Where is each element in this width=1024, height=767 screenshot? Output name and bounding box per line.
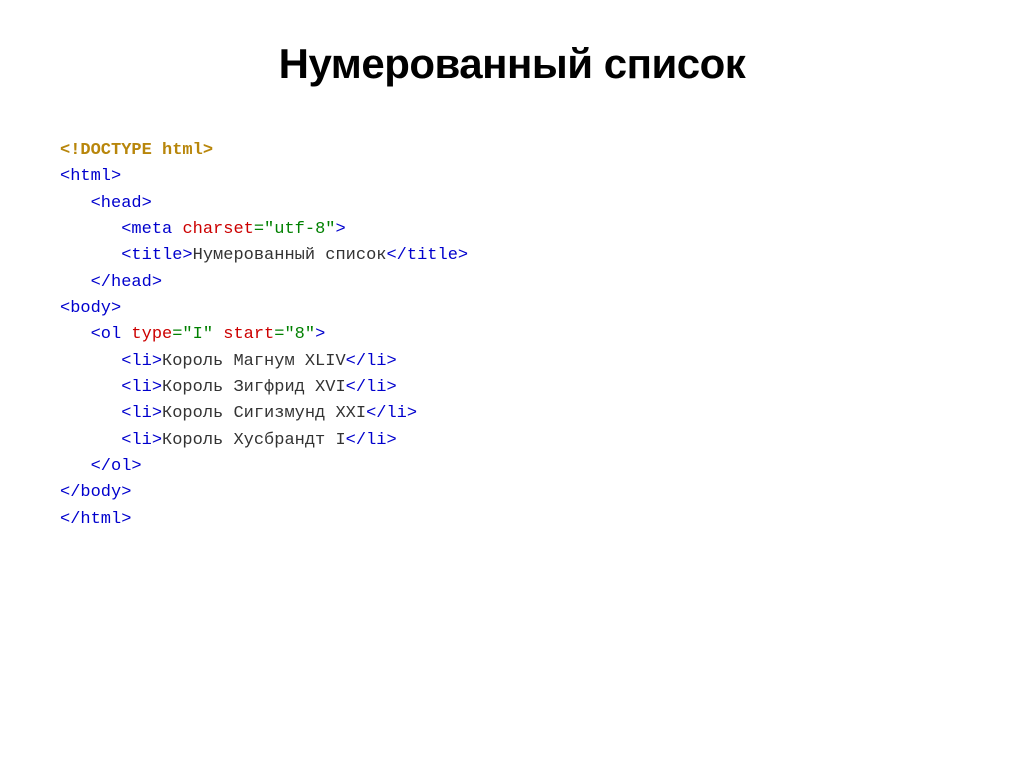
meta-val: ="utf-8": [254, 220, 336, 239]
li1-close: </li>: [346, 352, 397, 371]
head-close: </head>: [91, 273, 162, 292]
li4-close: </li>: [346, 431, 397, 450]
ol-val2: ="8": [274, 325, 315, 344]
meta-close: >: [335, 220, 345, 239]
title-close: </title>: [386, 246, 468, 265]
ol-attr2: start: [223, 325, 274, 344]
li2-open: <li>: [121, 378, 162, 397]
body-open: <body>: [60, 299, 121, 318]
title-text: Нумерованный список: [193, 246, 387, 265]
li4-text: Король Хусбрандт I: [162, 431, 346, 450]
meta-attr: charset: [182, 220, 253, 239]
html-close: </html>: [60, 510, 131, 529]
li1-text: Король Магнум XLIV: [162, 352, 346, 371]
head-open: <head>: [91, 194, 152, 213]
title-open: <title>: [121, 246, 192, 265]
li2-text: Король Зигфрид XVI: [162, 378, 346, 397]
li1-open: <li>: [121, 352, 162, 371]
ol-attr1: type: [131, 325, 172, 344]
li4-open: <li>: [121, 431, 162, 450]
ol-close: >: [315, 325, 325, 344]
li2-close: </li>: [346, 378, 397, 397]
ol-val1: ="I": [172, 325, 213, 344]
li3-text: Король Сигизмунд XXI: [162, 404, 366, 423]
ol-open: <ol: [91, 325, 122, 344]
li3-open: <li>: [121, 404, 162, 423]
code-example: <!DOCTYPE html> <html> <head> <meta char…: [60, 138, 964, 533]
ol-end: </ol>: [91, 457, 142, 476]
doctype-line: <!DOCTYPE html>: [60, 141, 213, 160]
li3-close: </li>: [366, 404, 417, 423]
body-close: </body>: [60, 483, 131, 502]
slide-title: Нумерованный список: [60, 40, 964, 88]
meta-open: <meta: [121, 220, 172, 239]
html-open: <html>: [60, 167, 121, 186]
